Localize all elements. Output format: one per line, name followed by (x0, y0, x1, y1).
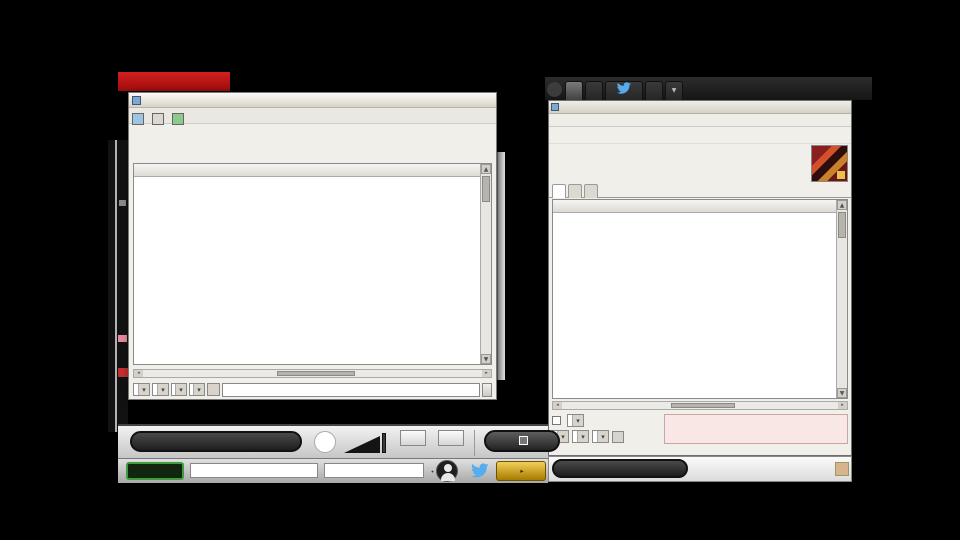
window-toggle-icon (519, 436, 528, 445)
live-badge (118, 72, 230, 91)
vertical-scrollbar[interactable]: ▲ ▼ (836, 200, 847, 398)
person-body (441, 473, 455, 481)
scroll-left-icon[interactable]: ◂ (553, 402, 562, 409)
scrollbar-thumb[interactable] (838, 212, 846, 238)
menu-bar (549, 114, 851, 127)
page-speck (118, 368, 128, 377)
tab-listener-list[interactable] (568, 184, 582, 198)
screen: ▲ ▼ ◂ ▸ ▼ (0, 0, 960, 540)
tab-list-chevron-icon[interactable]: ▼ (665, 81, 683, 100)
broadcast-info (129, 124, 496, 160)
twitter-bird-icon (616, 82, 632, 94)
background-page-strip (108, 140, 128, 432)
right-status-bar (548, 456, 852, 482)
screen-capture-button[interactable] (400, 430, 426, 446)
comment-input[interactable] (324, 463, 424, 478)
tab-twitter[interactable] (605, 81, 643, 100)
volume-knob[interactable] (382, 433, 386, 453)
color-dropdown[interactable] (572, 430, 589, 443)
anonymous-dropdown[interactable] (133, 383, 150, 396)
scroll-right-icon[interactable]: ▸ (482, 370, 491, 377)
window-titlebar[interactable] (549, 101, 851, 114)
filter-row-1 (552, 414, 584, 427)
mini-window-button[interactable] (438, 430, 464, 446)
tab-broadcast-tool[interactable] (565, 81, 583, 100)
command-input[interactable] (190, 463, 318, 478)
toolbar (129, 108, 496, 125)
speech-dropdown[interactable] (567, 414, 584, 427)
comment-table-body (553, 213, 836, 398)
person-head (444, 464, 452, 472)
browser-tab-strip: ▼ (545, 77, 872, 100)
nico-ad-button[interactable] (496, 461, 546, 481)
comment-table-body (134, 177, 480, 364)
tab-view-log[interactable] (584, 184, 598, 198)
send-comment-button[interactable] (482, 382, 492, 397)
page-speck (118, 335, 127, 342)
tab-comment[interactable] (585, 81, 603, 100)
divider (474, 430, 475, 456)
anonymous-184-checkbox[interactable] (552, 416, 561, 425)
address-bar (549, 127, 851, 144)
color-dropdown[interactable] (152, 383, 169, 396)
app-icon (132, 96, 141, 105)
vertical-scrollbar[interactable]: ▲ ▼ (480, 164, 491, 364)
table-header (134, 164, 491, 177)
comment-input-area[interactable] (664, 414, 848, 444)
scrollbar-thumb[interactable] (670, 403, 736, 408)
scroll-down-icon[interactable]: ▼ (481, 354, 491, 364)
mute-icon[interactable] (314, 431, 336, 453)
emoji-icon[interactable] (207, 383, 220, 396)
page-edge-line (115, 140, 117, 432)
user-thumb-icon[interactable] (835, 462, 849, 476)
comment-table: ▲ ▼ (133, 163, 492, 365)
left-comment-viewer-window: ▲ ▼ ◂ ▸ (128, 92, 497, 400)
right-comment-viewer-window: ▲ ▼ ◂ ▸ (548, 100, 852, 456)
app-icon (551, 103, 559, 111)
tab-stub-icon[interactable] (547, 82, 562, 97)
scroll-right-icon[interactable]: ▸ (838, 402, 847, 409)
tab-chat2[interactable] (645, 81, 663, 100)
status-stats-right (771, 459, 774, 479)
scrollbar-thumb[interactable] (482, 176, 490, 202)
simple-view-button[interactable] (484, 430, 560, 452)
position-dropdown[interactable] (189, 383, 205, 396)
scroll-down-icon[interactable]: ▼ (837, 388, 847, 398)
window-titlebar[interactable] (129, 93, 496, 108)
background-scrollbar-sliver (497, 152, 505, 380)
settings-icon[interactable] (612, 430, 624, 443)
bottom-comment-bar: ・ (118, 458, 548, 483)
comment-input[interactable] (222, 382, 480, 397)
scrollbar-thumb[interactable] (276, 371, 356, 376)
comment-table: ▲ ▼ (552, 199, 848, 399)
comment-post-controls (552, 413, 848, 453)
broadcast-meta (554, 150, 809, 159)
tab-comment-list[interactable] (552, 184, 566, 198)
active-count (369, 142, 373, 153)
elapsed-time-pill (130, 431, 302, 452)
volume-ramp-icon (344, 436, 380, 453)
volume-slider[interactable] (344, 433, 386, 453)
horizontal-scrollbar[interactable]: ◂ ▸ (552, 401, 848, 410)
scroll-up-icon[interactable]: ▲ (481, 164, 491, 174)
comment-viewer-button[interactable] (126, 462, 184, 480)
elapsed-time-pill (552, 459, 688, 478)
table-header (553, 200, 847, 213)
player-control-bar (118, 424, 560, 458)
anonymous-person-icon[interactable] (436, 460, 458, 482)
size-dropdown[interactable] (592, 430, 609, 443)
filter-row-2 (552, 430, 624, 443)
viewer-tabs (549, 184, 851, 198)
page-speck (119, 200, 126, 206)
broadcaster-avatar[interactable] (811, 145, 848, 182)
scroll-left-icon[interactable]: ◂ (134, 370, 143, 377)
horizontal-scrollbar[interactable]: ◂ ▸ (133, 369, 492, 378)
twitter-share-icon[interactable] (470, 463, 490, 479)
status-stats-left (695, 459, 698, 479)
comment-compose-row (133, 381, 492, 398)
broadcast-info (549, 144, 851, 184)
size-dropdown[interactable] (171, 383, 187, 396)
comment-count (279, 142, 283, 153)
scroll-up-icon[interactable]: ▲ (837, 200, 847, 210)
